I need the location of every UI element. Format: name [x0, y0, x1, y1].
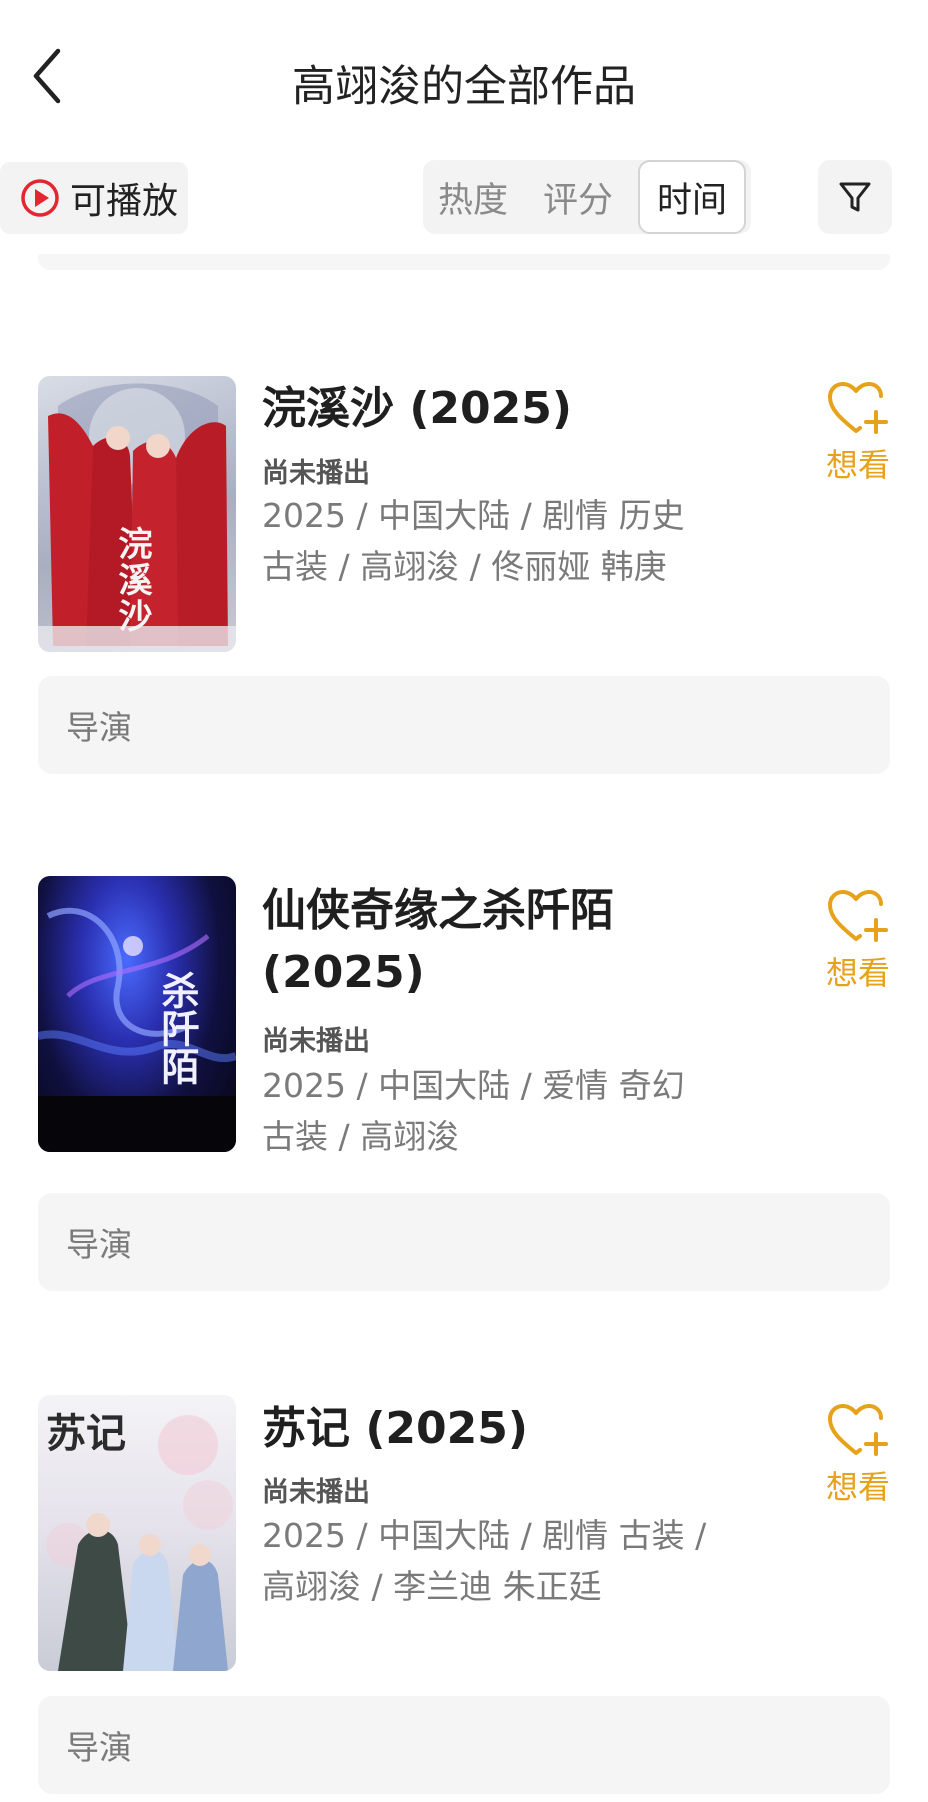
- work-status: 尚未播出: [262, 1026, 370, 1057]
- poster-title: 杀阡陌: [155, 971, 200, 1085]
- work-title[interactable]: 仙侠奇缘之杀阡陌 (2025): [262, 880, 742, 1004]
- want-label: 想看: [825, 954, 890, 992]
- playable-filter-button[interactable]: 可播放: [0, 162, 188, 234]
- director-box: 导演: [38, 1193, 890, 1291]
- work-title[interactable]: 浣溪沙 (2025): [262, 378, 742, 440]
- want-to-watch-button[interactable]: 想看: [818, 888, 898, 994]
- work-meta-line: 2025 / 中国大陆 / 剧情 历史: [262, 496, 685, 535]
- header: 高翊浚的全部作品: [0, 0, 928, 150]
- work-meta-line: 古装 / 高翊浚 / 佟丽娅 韩庚: [262, 547, 667, 586]
- heart-plus-icon: [828, 382, 888, 434]
- heart-plus-icon: [828, 890, 888, 942]
- heart-plus-icon: [828, 1404, 888, 1456]
- want-to-watch-button[interactable]: 想看: [818, 380, 898, 486]
- sort-tab-popularity[interactable]: 热度: [423, 160, 523, 234]
- work-meta: 2025 / 中国大陆 / 剧情 历史 古装 / 高翊浚 / 佟丽娅 韩庚: [262, 490, 722, 592]
- work-poster[interactable]: 杀阡陌: [38, 876, 236, 1152]
- director-box: 导演: [38, 676, 890, 774]
- play-circle-icon: [21, 179, 59, 217]
- funnel-icon: [839, 182, 871, 212]
- work-title[interactable]: 苏记 (2025): [262, 1398, 742, 1460]
- work-meta: 2025 / 中国大陆 / 爱情 奇幻 古装 / 高翊浚: [262, 1060, 722, 1162]
- work-poster[interactable]: 浣溪沙: [38, 376, 236, 652]
- previous-director-box: [38, 254, 890, 270]
- work-meta-line: 2025 / 中国大陆 / 爱情 奇幻: [262, 1066, 685, 1105]
- poster-title: 苏记: [46, 1410, 126, 1457]
- work-meta-line: 古装 / 高翊浚: [262, 1117, 460, 1156]
- filter-button[interactable]: [818, 160, 892, 234]
- sort-tab-rating[interactable]: 评分: [523, 160, 633, 234]
- playable-label: 可播放: [70, 181, 179, 222]
- work-meta-line: 高翊浚 / 李兰迪 朱正廷: [262, 1567, 602, 1606]
- work-poster[interactable]: 苏记: [38, 1395, 236, 1671]
- work-meta: 2025 / 中国大陆 / 剧情 古装 / 高翊浚 / 李兰迪 朱正廷: [262, 1510, 722, 1612]
- want-label: 想看: [825, 446, 890, 484]
- sort-tabs: 热度 评分 时间: [423, 160, 751, 234]
- want-label: 想看: [825, 1468, 890, 1506]
- director-box: 导演: [38, 1696, 890, 1794]
- poster-art: [38, 907, 236, 1152]
- sort-tab-time[interactable]: 时间: [638, 160, 746, 234]
- work-status: 尚未播出: [262, 1477, 370, 1508]
- page-title: 高翊浚的全部作品: [292, 62, 636, 112]
- work-status: 尚未播出: [262, 458, 370, 489]
- work-meta-line: 2025 / 中国大陆 / 剧情 古装 /: [262, 1516, 707, 1555]
- poster-title: 浣溪沙: [112, 526, 152, 634]
- want-to-watch-button[interactable]: 想看: [818, 1402, 898, 1508]
